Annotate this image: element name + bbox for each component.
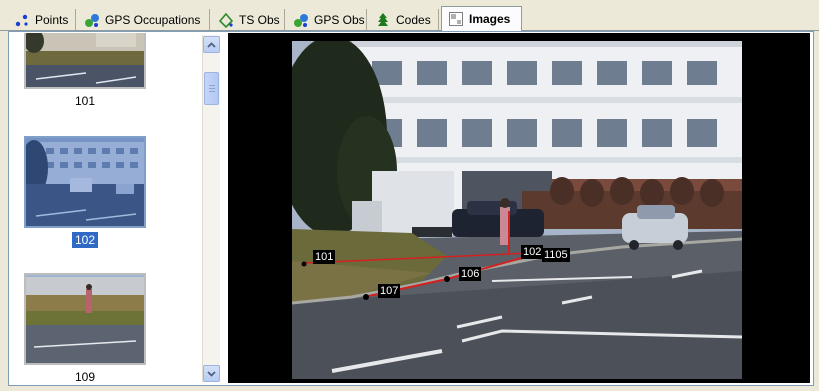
tab-gps-occupations[interactable]: GPS Occupations — [78, 9, 210, 30]
point-label-1105[interactable]: 1105 — [542, 248, 570, 262]
point-label-106[interactable]: 106 — [459, 267, 482, 281]
points-icon — [14, 12, 30, 28]
thumbnail-image — [24, 273, 146, 365]
thumbnail-caption: 101 — [74, 94, 96, 108]
thumbnail-item[interactable]: 101 — [24, 33, 146, 108]
gps-occupations-icon — [84, 12, 100, 28]
thumbnail-scrollbar[interactable] — [202, 35, 220, 382]
tab-label: GPS Occupations — [105, 12, 201, 27]
chevron-up-icon — [207, 41, 216, 48]
tab-ts-obs[interactable]: TS Obs — [212, 9, 285, 30]
tab-points[interactable]: Points — [8, 9, 76, 30]
tab-label: Codes — [396, 12, 431, 27]
image-viewer: 101 102 1105 106 107 — [228, 33, 810, 383]
tab-codes[interactable]: Codes — [369, 9, 439, 30]
tab-label: Points — [35, 12, 69, 27]
tab-gps-obs[interactable]: GPS Obs — [287, 9, 367, 30]
thumbnail-image — [24, 136, 146, 228]
thumbnail-item[interactable]: 109 — [24, 273, 146, 383]
chevron-down-icon — [207, 370, 216, 377]
selected-photo[interactable]: 101 102 1105 106 107 — [292, 41, 742, 379]
point-label-107[interactable]: 107 — [378, 284, 401, 298]
codes-icon — [375, 12, 391, 28]
thumbnail-caption: 109 — [74, 370, 96, 383]
thumbnail-image — [24, 33, 146, 89]
tab-label: GPS Obs — [314, 12, 365, 27]
thumbnail-item-selected[interactable]: 102 — [24, 136, 146, 248]
scroll-up-button[interactable] — [203, 36, 220, 53]
point-label-101[interactable]: 101 — [313, 250, 336, 264]
tab-label: TS Obs — [239, 12, 280, 27]
thumbnail-caption: 102 — [24, 232, 146, 248]
tab-strip: Points GPS Occupations TS Obs GPS Obs Co… — [0, 0, 819, 31]
tab-label: Images — [469, 12, 511, 26]
scroll-thumb[interactable] — [204, 72, 219, 105]
scroll-down-button[interactable] — [203, 365, 220, 382]
gps-obs-icon — [293, 12, 309, 28]
images-icon — [448, 11, 464, 27]
tab-images[interactable]: Images — [441, 6, 522, 31]
ts-obs-icon — [218, 12, 234, 28]
thumbnail-list: 101 102 109 — [10, 33, 202, 383]
point-label-102[interactable]: 102 — [521, 245, 544, 259]
